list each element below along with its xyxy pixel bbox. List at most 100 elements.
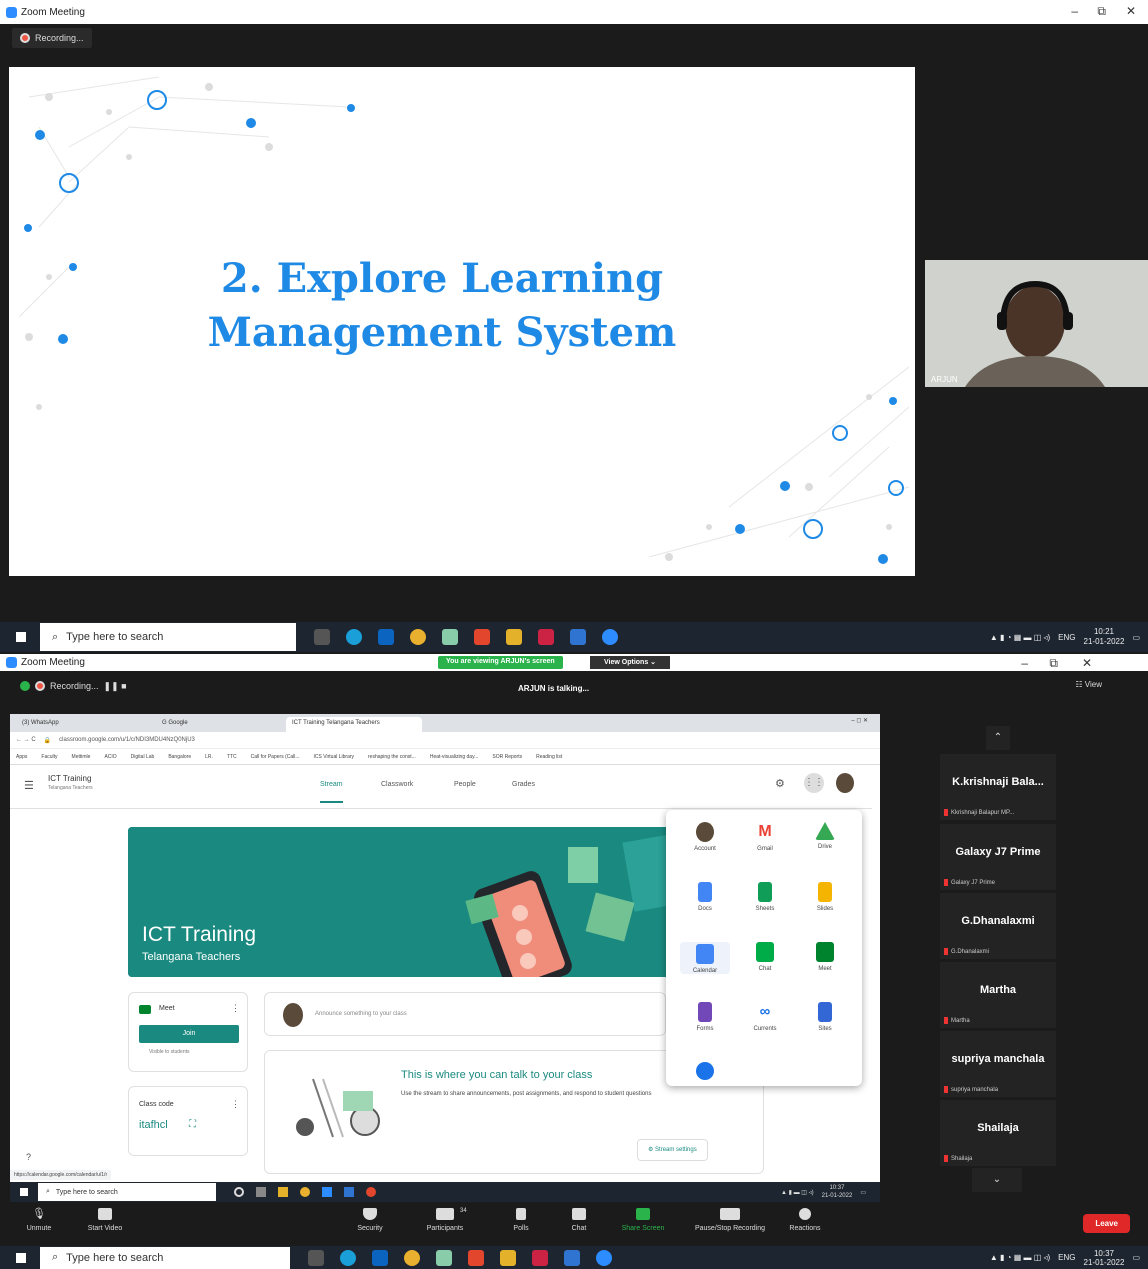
pause-recording-button[interactable]: Pause/Stop Recording [684, 1208, 776, 1232]
language-indicator[interactable]: ENG [1058, 1253, 1075, 1262]
participant-tile[interactable]: Galaxy J7 Prime Galaxy J7 Prime [940, 824, 1056, 890]
app-meet[interactable]: Meet [800, 942, 850, 972]
participant-tile[interactable]: supriya manchala supriya manchala [940, 1031, 1056, 1097]
language-indicator[interactable]: ENG [1058, 633, 1075, 642]
help-icon[interactable]: ? [26, 1152, 31, 1162]
notifications-icon[interactable]: ▭ [1132, 633, 1140, 642]
tray-icons[interactable]: ▲ ▮ ▬ ◫ ◃) [781, 1189, 814, 1196]
task-view-icon[interactable] [314, 629, 330, 645]
reactions-button[interactable]: Reactions [770, 1208, 840, 1232]
security-button[interactable]: Security [335, 1208, 405, 1232]
bookmark[interactable]: Digital Lab [131, 754, 155, 760]
leave-button[interactable]: Leave [1083, 1214, 1130, 1233]
nav-icons[interactable]: ← → C [16, 737, 36, 743]
app-forms[interactable]: Forms [680, 1002, 730, 1032]
zoom-taskbar-icon[interactable] [596, 1249, 612, 1266]
taskbar-search[interactable]: ⌕ Type here to search [40, 623, 296, 651]
bookmark[interactable]: Reading list [536, 754, 562, 760]
app-account[interactable]: Account [680, 822, 730, 852]
announce-box[interactable]: Announce something to your class [264, 992, 666, 1036]
stream-settings-button[interactable]: ⚙ Stream settings [637, 1139, 708, 1161]
office-icon[interactable] [474, 629, 490, 645]
close-button[interactable]: ✕ [1126, 4, 1136, 18]
bookmark[interactable]: Bangalore [168, 754, 191, 760]
app2-icon[interactable] [538, 629, 554, 645]
speaker-video[interactable]: ARJUN [925, 260, 1148, 387]
bookmark[interactable]: Apps [16, 754, 27, 760]
bookmark[interactable]: Faculty [41, 754, 57, 760]
settings-gear-icon[interactable]: ⚙ [775, 777, 785, 790]
tray-icons[interactable]: ▲ ▮ ◔ ▦ ▬ ◫ ◃) [990, 633, 1050, 642]
meet-more-icon[interactable]: ⋮ [231, 1003, 240, 1014]
minimize-button-2[interactable]: – [1021, 656, 1028, 670]
notifications-icon[interactable]: ▭ [1132, 1253, 1140, 1262]
bookmark[interactable]: ICS Virtual Library [314, 754, 354, 760]
class-name[interactable]: ICT Training [48, 774, 91, 783]
share-screen-button[interactable]: Share Screen [608, 1208, 678, 1232]
start-video-button[interactable]: Start Video [70, 1208, 140, 1232]
close-button-2[interactable]: ✕ [1082, 656, 1092, 670]
bookmark[interactable]: Mettimle [72, 754, 91, 760]
browser-window-controls[interactable]: – ◻ ✕ [851, 717, 868, 724]
windows-start-icon[interactable] [20, 1188, 28, 1196]
inner-taskbar-search[interactable]: ⌕ Type here to search [38, 1183, 216, 1201]
bookmark[interactable]: ACIO [104, 754, 116, 760]
task-view-icon[interactable] [308, 1249, 324, 1266]
participant-tile[interactable]: Martha Martha [940, 962, 1056, 1028]
app-sheets[interactable]: Sheets [740, 882, 790, 912]
participants-button[interactable]: Participants 34 [410, 1208, 480, 1232]
app-gmail[interactable]: M Gmail [740, 822, 790, 852]
browser-tab-google[interactable]: G Google [156, 717, 284, 732]
app-docs[interactable]: Docs [680, 882, 730, 912]
file-explorer-icon[interactable] [506, 629, 522, 645]
tab-grades[interactable]: Grades [512, 781, 535, 788]
app-icon[interactable] [436, 1249, 452, 1266]
google-apps-icon[interactable]: ⋮⋮ [804, 773, 824, 793]
chrome-icon[interactable] [300, 1187, 310, 1197]
chat-button[interactable]: Chat [544, 1208, 614, 1232]
fullscreen-icon[interactable]: ⛶ [189, 1119, 196, 1130]
clock-2[interactable]: 10:37 21-01-2022 [1084, 1249, 1125, 1267]
hamburger-menu-icon[interactable]: ☰ [24, 779, 34, 792]
browser-tab-whatsapp[interactable]: (3) WhatsApp [16, 717, 156, 732]
app-calendar[interactable]: Calendar [680, 942, 730, 974]
restore-button-2[interactable]: ⧉ [1049, 656, 1058, 671]
view-layout-button[interactable]: ☷ View [1075, 680, 1102, 689]
windows-start-icon[interactable] [16, 1252, 26, 1263]
app-chat[interactable]: Chat [740, 942, 790, 972]
cortana-icon[interactable] [234, 1187, 244, 1197]
class-code-more-icon[interactable]: ⋮ [231, 1099, 240, 1110]
outlook-icon[interactable] [372, 1249, 388, 1266]
file-explorer-icon[interactable] [500, 1249, 516, 1266]
restore-button[interactable]: ⧉ [1097, 4, 1106, 19]
word-icon[interactable] [570, 629, 586, 645]
bookmark[interactable]: Call for Papers (Call... [251, 754, 300, 760]
windows-start-icon[interactable] [16, 632, 26, 642]
unmute-button[interactable]: 🎙 Unmute [4, 1208, 74, 1232]
chrome-icon[interactable] [404, 1249, 420, 1266]
app-icon[interactable] [442, 629, 458, 645]
office-icon[interactable] [468, 1249, 484, 1266]
app2-icon[interactable] [532, 1249, 548, 1266]
participant-tile[interactable]: G.Dhanalaxmi G.Dhanalaxmi [940, 893, 1056, 959]
bookmark[interactable]: SOR Reports [492, 754, 522, 760]
view-options-button[interactable]: View Options ⌄ [590, 656, 671, 669]
participant-tile[interactable]: K.krishnaji Bala... Kkrishnaji Balapur M… [940, 754, 1056, 820]
inner-clock[interactable]: 10:37 21-01-2022 [822, 1184, 853, 1200]
app-slides[interactable]: Slides [800, 882, 850, 912]
zoom-taskbar-icon[interactable] [602, 629, 618, 645]
task-view-icon[interactable] [256, 1187, 266, 1197]
bookmark[interactable]: TTC [227, 754, 237, 760]
account-avatar[interactable] [836, 773, 854, 793]
url-text[interactable]: classroom.google.com/u/1/c/NDI3MDU4NzQ0N… [59, 737, 195, 743]
address-bar[interactable]: ← → C 🔒 classroom.google.com/u/1/c/NDI3M… [10, 732, 880, 749]
tab-people[interactable]: People [454, 781, 476, 788]
outlook-icon[interactable] [378, 629, 394, 645]
clock[interactable]: 10:21 21-01-2022 [1084, 627, 1125, 647]
recording-indicator[interactable]: Recording... [12, 28, 92, 48]
scroll-down-icon[interactable]: ⌄ [972, 1168, 1022, 1192]
recording-indicator-2[interactable]: Recording... ❚❚ ■ [12, 676, 135, 696]
app-currents[interactable]: ∞ Currents [740, 1002, 790, 1032]
tray-icons[interactable]: ▲ ▮ ◔ ▦ ▬ ◫ ◃) [990, 1253, 1050, 1262]
bookmark[interactable]: Heat-visualizing day... [430, 754, 479, 760]
